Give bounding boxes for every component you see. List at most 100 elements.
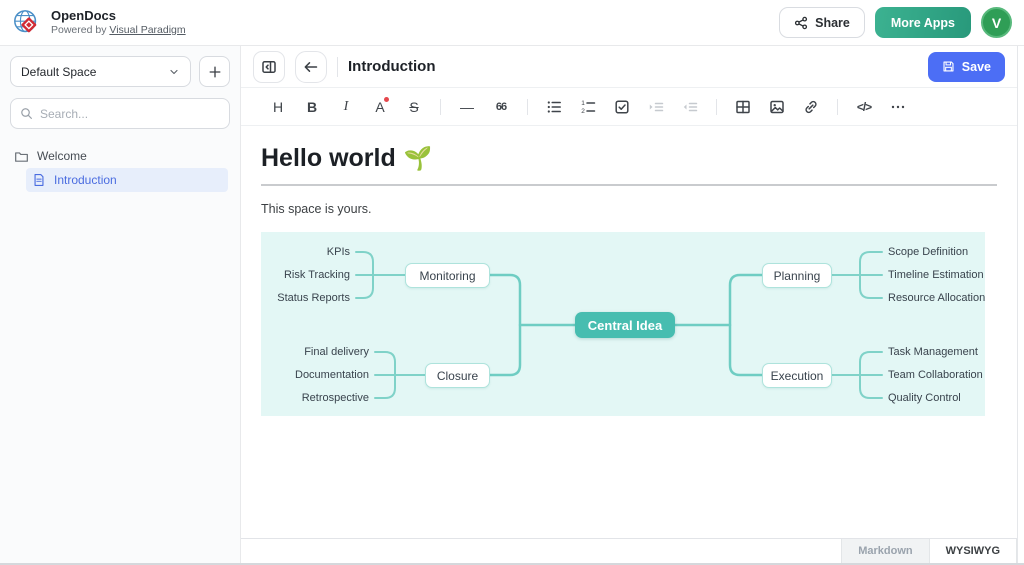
globe-with-red-diamond-logo [12, 8, 42, 38]
mindmap-leaf[interactable]: Status Reports [277, 291, 350, 305]
save-label: Save [962, 60, 991, 74]
tree-item-introduction[interactable]: Introduction [26, 168, 228, 192]
mindmap-leaf[interactable]: Team Collaboration [888, 368, 983, 382]
code-block-button[interactable]: </> [849, 93, 879, 121]
formatting-toolbar: H B I A S — 66 [241, 88, 1017, 126]
svg-text:2: 2 [581, 108, 585, 115]
app-header: OpenDocs Powered by Visual Paradigm Shar… [0, 0, 1024, 46]
tab-wysiwyg[interactable]: WYSIWYG [930, 539, 1017, 563]
indent-icon [648, 99, 664, 115]
space-selector-value: Default Space [21, 65, 96, 79]
toolbar-separator [716, 99, 717, 115]
numbered-list-icon: 1 2 [580, 99, 596, 115]
divider [337, 57, 338, 77]
mindmap-leaf[interactable]: KPIs [327, 245, 350, 259]
share-icon [794, 16, 808, 30]
avatar-initial: V [992, 15, 1001, 31]
toolbar-separator [837, 99, 838, 115]
strikethrough-button[interactable]: S [399, 93, 429, 121]
mindmap-leaf[interactable]: Quality Control [888, 391, 961, 405]
heading-rule [261, 184, 997, 186]
app-logo: OpenDocs Powered by Visual Paradigm [12, 8, 186, 38]
bullet-list-button[interactable] [539, 93, 569, 121]
indent-button[interactable] [641, 93, 671, 121]
document-icon [32, 173, 46, 187]
chevron-down-icon [168, 66, 180, 78]
bold-button[interactable]: B [297, 93, 327, 121]
mindmap-topic-monitoring[interactable]: Monitoring [405, 263, 490, 288]
editor-panel: Introduction Save H B I A [241, 46, 1018, 563]
link-button[interactable] [796, 93, 826, 121]
save-icon [942, 60, 955, 73]
more-apps-label: More Apps [891, 16, 955, 30]
more-apps-button[interactable]: More Apps [875, 7, 971, 38]
toolbar-separator [440, 99, 441, 115]
back-button[interactable] [295, 51, 327, 83]
app-titles: OpenDocs Powered by Visual Paradigm [51, 9, 186, 36]
mindmap-leaf[interactable]: Resource Allocation [888, 291, 985, 305]
mindmap-leaf[interactable]: Final delivery [304, 345, 369, 359]
table-button[interactable] [728, 93, 758, 121]
horizontal-rule-button[interactable]: — [452, 93, 482, 121]
outdent-icon [682, 99, 698, 115]
search-input[interactable] [40, 107, 220, 121]
editor-status-bar: Markdown WYSIWYG [241, 538, 1017, 563]
search-icon [20, 107, 33, 120]
share-button[interactable]: Share [779, 7, 865, 38]
add-space-button[interactable] [199, 56, 230, 87]
mindmap-leaf[interactable]: Timeline Estimation [888, 268, 984, 282]
header-actions: Share More Apps V [779, 7, 1012, 38]
mindmap-topic-closure[interactable]: Closure [425, 363, 490, 388]
folder-icon [14, 149, 29, 164]
toggle-sidebar-button[interactable] [253, 51, 285, 83]
user-avatar[interactable]: V [981, 7, 1012, 38]
space-selector[interactable]: Default Space [10, 56, 191, 87]
doc-header: Introduction Save [241, 46, 1017, 88]
page-title: Introduction [348, 58, 435, 75]
table-icon [735, 99, 751, 115]
main-row: Default Space [0, 46, 1024, 563]
tab-markdown[interactable]: Markdown [841, 539, 929, 563]
tree-item-welcome[interactable]: Welcome [10, 144, 230, 168]
italic-button[interactable]: I [331, 93, 361, 121]
toolbar-separator [527, 99, 528, 115]
save-button[interactable]: Save [928, 52, 1005, 82]
document-content[interactable]: Hello world 🌱 This space is yours. [241, 126, 1017, 538]
mindmap-topic-planning[interactable]: Planning [762, 263, 832, 288]
heading-button[interactable]: H [263, 93, 293, 121]
mindmap[interactable]: Central Idea Monitoring Closure Planning… [261, 232, 985, 416]
numbered-list-button[interactable]: 1 2 [573, 93, 603, 121]
back-arrow-icon [303, 59, 319, 75]
svg-text:1: 1 [581, 100, 585, 107]
outdent-button[interactable] [675, 93, 705, 121]
tree-item-label: Introduction [54, 173, 117, 187]
plus-icon [208, 65, 222, 79]
share-label: Share [815, 16, 850, 30]
font-color-button[interactable]: A [365, 93, 395, 121]
page-tree: Welcome Introduction [10, 144, 230, 192]
bullet-list-icon [546, 99, 562, 115]
task-list-icon [614, 99, 630, 115]
mindmap-topic-execution[interactable]: Execution [762, 363, 832, 388]
visual-paradigm-link[interactable]: Visual Paradigm [109, 24, 185, 36]
font-color-dot [384, 97, 389, 102]
mindmap-leaf[interactable]: Scope Definition [888, 245, 968, 259]
mindmap-leaf[interactable]: Documentation [295, 368, 369, 382]
task-list-button[interactable] [607, 93, 637, 121]
seedling-emoji-icon: 🌱 [404, 145, 433, 172]
document-paragraph: This space is yours. [261, 202, 997, 216]
blockquote-button[interactable]: 66 [486, 93, 516, 121]
space-row: Default Space [10, 56, 230, 87]
tree-item-label: Welcome [37, 149, 87, 163]
mindmap-leaf[interactable]: Risk Tracking [284, 268, 350, 282]
mindmap-leaf[interactable]: Task Management [888, 345, 978, 359]
mindmap-central-node[interactable]: Central Idea [575, 312, 675, 338]
search-box[interactable] [10, 98, 230, 129]
image-icon [769, 99, 785, 115]
mindmap-leaf[interactable]: Retrospective [302, 391, 369, 405]
more-options-button[interactable] [883, 93, 913, 121]
app-window: OpenDocs Powered by Visual Paradigm Shar… [0, 0, 1024, 565]
powered-by: Powered by Visual Paradigm [51, 24, 186, 36]
image-button[interactable] [762, 93, 792, 121]
more-icon [890, 99, 906, 115]
